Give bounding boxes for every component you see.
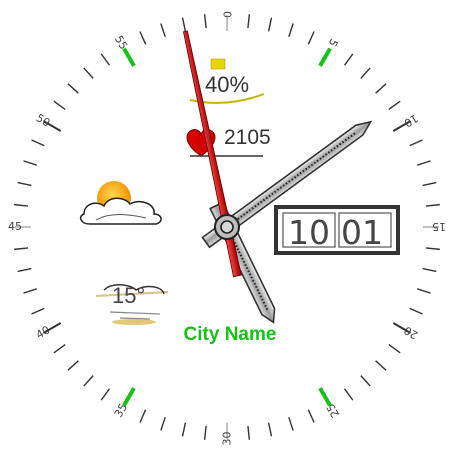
minute-tick [360, 67, 371, 79]
steps-count: 2105 [224, 126, 271, 149]
minute-tick [23, 288, 38, 294]
minute-tick [23, 160, 38, 166]
date-hour: 10 [288, 213, 330, 252]
minute-tick [422, 181, 437, 187]
minute-tick [14, 247, 29, 251]
minute-tick [181, 422, 187, 437]
minute-tick [360, 375, 371, 387]
minute-tick [203, 14, 207, 29]
minute-tick [375, 360, 387, 371]
dial-number: 0 [220, 11, 234, 18]
city-name: City Name [183, 324, 277, 345]
minute-tick [14, 203, 29, 207]
minute-tick [67, 83, 79, 94]
minute-tick [288, 416, 294, 431]
temperature: 15° [112, 283, 146, 308]
dial-number: 30 [220, 431, 234, 446]
minute-tick [416, 160, 431, 166]
minute-tick [288, 23, 294, 38]
minute-tick [53, 100, 66, 111]
center-cap [214, 214, 240, 240]
minute-tick [425, 203, 440, 207]
minute-tick [31, 307, 45, 315]
minute-tick [160, 23, 166, 38]
minute-tick [343, 53, 354, 66]
minute-tick [267, 17, 273, 32]
dial-number: 15 [432, 220, 446, 233]
minute-tick [31, 139, 45, 147]
sun-cloud-icon [79, 181, 162, 225]
minute-tick [83, 375, 94, 387]
watch-face [14, 14, 440, 440]
minute-tick [203, 425, 207, 440]
minute-tick [247, 14, 251, 29]
minute-tick [409, 139, 423, 147]
battery-icon [210, 58, 226, 70]
minute-tick [100, 53, 111, 66]
minute-tick [267, 422, 273, 437]
minute-tick [17, 267, 32, 273]
minute-tick [388, 100, 401, 111]
minute-tick [416, 288, 431, 294]
date-minute: 01 [341, 213, 383, 252]
minute-tick [247, 425, 251, 440]
minute-tick [422, 267, 437, 273]
minute-tick [409, 307, 423, 315]
minute-tick [139, 409, 147, 423]
minute-tick [67, 360, 79, 371]
minute-tick [343, 388, 354, 401]
battery-percent: 40% [204, 72, 250, 97]
minute-tick [375, 83, 387, 94]
minute-tick [160, 416, 166, 431]
minute-tick [17, 181, 32, 187]
minute-tick [100, 388, 111, 401]
minute-tick [307, 409, 315, 423]
dial-number: 45 [8, 220, 22, 233]
minute-tick [53, 343, 66, 354]
minute-tick [307, 31, 315, 45]
minute-tick [425, 247, 440, 251]
minute-tick [139, 31, 147, 45]
minute-tick [181, 17, 187, 32]
minute-tick [388, 343, 401, 354]
minute-tick [83, 67, 94, 79]
